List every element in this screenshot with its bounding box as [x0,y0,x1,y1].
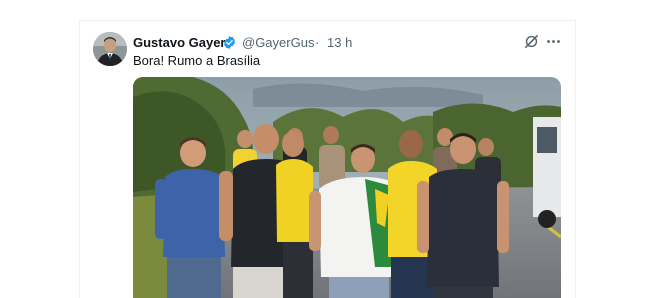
tweet-text: Bora! Rumo a Brasília [133,53,261,68]
page: Gustavo Gayer @GayerGus · 13 h Bora! Rum… [0,0,660,298]
timestamp[interactable]: 13 h [327,35,352,50]
grok-icon[interactable] [523,33,540,50]
avatar-image [93,32,127,66]
avatar[interactable] [93,32,127,66]
verified-badge-icon [224,35,235,50]
tweet-card[interactable]: Gustavo Gayer @GayerGus · 13 h Bora! Rum… [79,20,576,298]
separator-dot: · [315,35,320,50]
tweet-photo[interactable] [133,77,561,298]
more-options-icon[interactable] [545,33,562,50]
author-handle[interactable]: @GayerGus [242,35,314,50]
photo-group-walking-on-road [133,77,561,298]
author-name[interactable]: Gustavo Gayer [133,35,226,50]
